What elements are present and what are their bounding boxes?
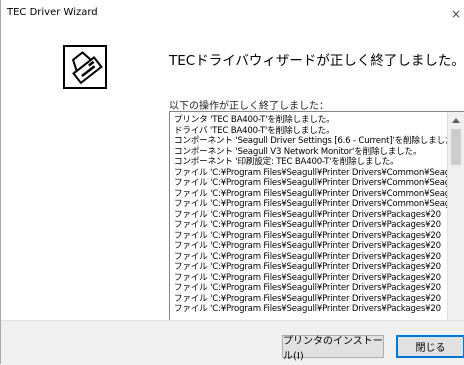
scrollbar-thumb[interactable] <box>451 129 461 165</box>
log-item: ファイル 'C:¥Program Files¥Seagull¥Printer D… <box>174 251 441 262</box>
log-item: ドライバ 'TEC BA400-T'を削除しました。 <box>174 125 335 136</box>
log-label: 以下の操作が正しく終了しました： <box>169 101 329 112</box>
log-item: ファイル 'C:¥Program Files¥Seagull¥Printer D… <box>174 209 441 220</box>
log-item: ファイル 'C:¥Program Files¥Seagull¥Printer D… <box>174 304 441 314</box>
log-items: プリンタ 'TEC BA400-T'を削除しました。 ドライバ 'TEC BA40… <box>170 112 464 315</box>
completion-heading: TECドライバウィザードが正しく終了しました。 <box>169 53 464 69</box>
log-item: ファイル 'C:¥Program Files¥Seagull¥Printer D… <box>174 272 441 283</box>
scroll-up-arrow-icon[interactable] <box>448 112 464 128</box>
log-item: プリンタ 'TEC BA400-T'を削除しました。 <box>174 115 335 125</box>
close-button[interactable]: 閉じる <box>396 335 464 358</box>
close-icon[interactable]: × <box>451 4 464 24</box>
wizard-window: TEC Driver Wizard × TECドライバウィザードが正しく終了しま… <box>0 0 464 365</box>
log-item: コンポーネント 'Seagull Driver Settings [6.6 - … <box>174 136 462 146</box>
title-bar: TEC Driver Wizard × <box>1 0 464 30</box>
log-item: ファイル 'C:¥Program Files¥Seagull¥Printer D… <box>174 178 460 188</box>
log-item: ファイル 'C:¥Program Files¥Seagull¥Printer D… <box>174 230 441 241</box>
footer-bar: プリンタのインストール(I) 閉じる <box>1 320 464 365</box>
log-item: ファイル 'C:¥Program Files¥Seagull¥Printer D… <box>174 188 460 199</box>
operation-log-list[interactable]: プリンタ 'TEC BA400-T'を削除しました。 ドライバ 'TEC BA40… <box>169 111 464 334</box>
vertical-scrollbar[interactable] <box>447 112 464 333</box>
sidebar-panel <box>1 30 154 320</box>
log-item: ファイル 'C:¥Program Files¥Seagull¥Printer D… <box>174 283 441 293</box>
wizard-content: TECドライバウィザードが正しく終了しました。 以下の操作が正しく終了しました：… <box>1 30 464 334</box>
log-item: ファイル 'C:¥Program Files¥Seagull¥Printer D… <box>174 293 441 304</box>
log-item: ファイル 'C:¥Program Files¥Seagull¥Printer D… <box>174 241 441 251</box>
log-item: ファイル 'C:¥Program Files¥Seagull¥Printer D… <box>174 262 441 272</box>
log-item: ファイル 'C:¥Program Files¥Seagull¥Printer D… <box>174 199 460 209</box>
printer-logo-icon <box>63 45 107 89</box>
log-item: コンポーネント '印刷設定: TEC BA400-T'を削除しました。 <box>174 157 399 167</box>
log-item: ファイル 'C:¥Program Files¥Seagull¥Printer D… <box>174 220 441 230</box>
window-title: TEC Driver Wizard <box>7 7 98 18</box>
install-printer-button[interactable]: プリンタのインストール(I) <box>282 335 384 362</box>
log-item: コンポーネント 'Seagull V3 Network Monitor'を削除し… <box>174 146 422 157</box>
log-item: ファイル 'C:¥Program Files¥Seagull¥Printer D… <box>174 167 460 178</box>
